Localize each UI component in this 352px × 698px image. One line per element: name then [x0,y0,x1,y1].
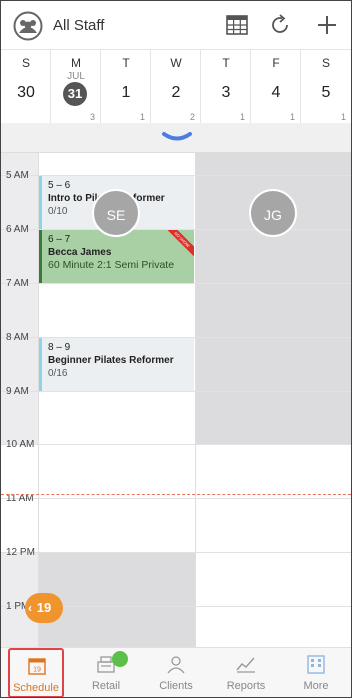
appointment-event[interactable]: NO SHOW 6 – 7 Becca James 60 Minute 2:1 … [39,230,194,283]
hour-line [1,552,351,553]
tab-retail[interactable]: Retail [71,648,141,697]
day-calendar[interactable]: 5 AM 6 AM 7 AM 8 AM 9 AM 10 AM 11 AM 12 … [1,153,351,647]
event-title: Becca James [48,247,112,258]
day-of-week: S [321,56,330,70]
day-of-week: W [170,56,182,70]
week-day-thu[interactable]: T 3 1 [201,50,251,124]
day-event-count: 1 [139,112,145,122]
hour-line [1,391,351,392]
event-time: 8 – 9 [48,342,71,353]
day-date: 4 [271,84,281,101]
day-of-week: S [21,56,30,70]
hour-label: 6 AM [6,224,29,235]
week-day-wed[interactable]: W 2 2 [151,50,201,124]
retail-notification-dot [112,651,128,667]
day-of-week: M [71,56,81,70]
app-frame: All Staff S 30 M JUL 31 3 T 1 1 W 2 2 T … [0,0,352,698]
hour-label: 7 AM [6,278,29,289]
week-day-sun[interactable]: S 30 [1,50,51,124]
no-show-ribbon: NO SHOW [168,230,194,256]
jump-to-today-button[interactable]: ‹ 19 [25,593,63,623]
staff-avatar[interactable]: JG [249,189,297,237]
tab-clients[interactable]: Clients [141,648,211,697]
tab-label: Reports [226,680,266,692]
tab-reports[interactable]: Reports [211,648,281,697]
gutter-shade [1,153,38,444]
day-of-week: T [122,56,130,70]
selected-day-date: 31 [63,82,87,106]
chevron-left-icon: ‹ [28,601,32,615]
hour-line [1,498,351,499]
hour-label: 10 AM [6,439,35,450]
tab-label: Clients [159,680,193,692]
top-bar: All Staff [1,1,351,49]
tab-label: Retail [91,680,121,692]
week-day-sat[interactable]: S 5 1 [301,50,351,124]
week-strip: S 30 M JUL 31 3 T 1 1 W 2 2 T 3 1 F 4 1 [1,49,351,124]
day-date: 3 [221,84,231,101]
day-month: JUL [67,71,85,82]
week-collapse-bar[interactable] [1,123,351,153]
day-date: 5 [321,84,331,101]
tab-more[interactable]: More [281,648,351,697]
hour-line [1,283,351,284]
current-time-line [1,494,351,495]
building-icon [307,655,325,674]
staff-group-icon[interactable] [13,11,43,41]
week-day-mon[interactable]: M JUL 31 3 [51,50,101,124]
hour-line [1,444,351,445]
bottom-tab-bar: 19 Schedule Retail Clients Reports More [1,647,351,697]
day-event-count: 1 [340,112,346,122]
add-icon[interactable] [314,12,340,38]
calendar-day-icon: 19 [28,658,46,675]
chevron-down-icon[interactable] [161,131,193,143]
hour-label: 9 AM [6,386,29,397]
tab-schedule[interactable]: 19 Schedule [8,648,64,697]
hour-label: 5 AM [6,170,29,181]
week-day-fri[interactable]: F 4 1 [251,50,301,124]
staff-avatar[interactable]: SE [92,189,140,237]
day-date: 30 [17,84,35,101]
day-event-count: 1 [289,112,295,122]
day-event-count: 1 [239,112,245,122]
tab-label: Schedule [13,682,59,694]
client-icon [167,656,185,674]
refresh-icon[interactable] [267,12,293,38]
svg-text:19: 19 [33,667,41,674]
tab-label: More [303,680,329,692]
unavailable-block [39,552,195,647]
hour-label: 8 AM [6,332,29,343]
event-title: Beginner Pilates Reformer [48,355,174,366]
event-service: 60 Minute 2:1 Semi Private [48,259,175,271]
day-event-count: 3 [89,112,95,122]
calendar-grid-icon[interactable] [224,12,250,38]
day-event-count: 2 [189,112,195,122]
hour-label: 12 PM [6,547,35,558]
chart-icon [236,657,255,673]
staff-column-divider [195,153,196,647]
staff-filter-label[interactable]: All Staff [53,17,104,34]
day-of-week: T [222,56,230,70]
event-capacity: 0/16 [48,368,68,379]
day-date: 2 [171,84,181,101]
jump-badge-date: 19 [36,600,52,615]
day-of-week: F [272,56,280,70]
day-date: 1 [121,84,131,101]
week-day-tue[interactable]: T 1 1 [101,50,151,124]
class-event[interactable]: 8 – 9 Beginner Pilates Reformer 0/16 [39,338,194,391]
